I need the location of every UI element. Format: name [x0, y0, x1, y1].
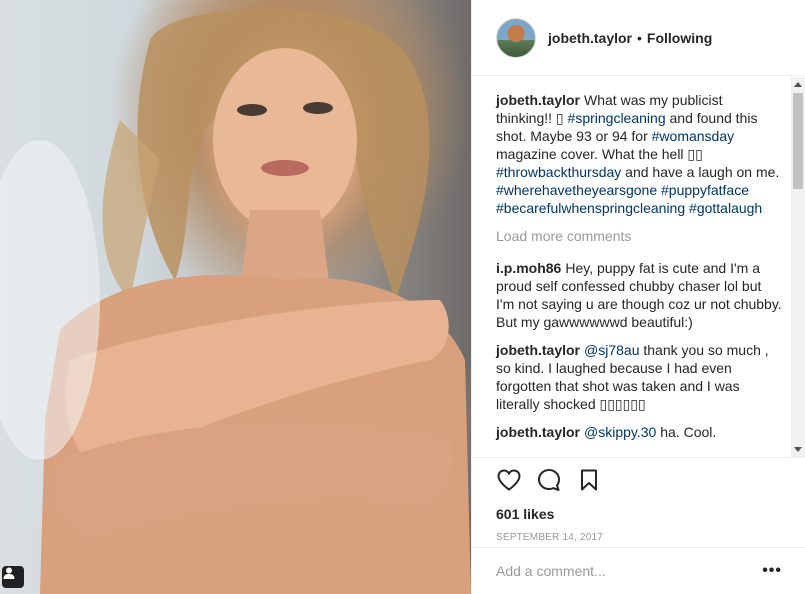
hashtag-link[interactable]: #becarefulwhenspringcleaning — [496, 200, 685, 216]
photo-illustration — [0, 8, 471, 594]
like-button[interactable] — [496, 467, 522, 493]
avatar[interactable] — [496, 17, 536, 58]
post-photo[interactable] — [0, 0, 471, 594]
likes-count[interactable]: 601 likes — [496, 506, 782, 522]
hashtag-link[interactable]: #wherehavetheyearsgone — [496, 182, 657, 198]
caption-username-link[interactable]: jobeth.taylor — [496, 92, 580, 108]
post-side-panel: jobeth.taylor • Following jobeth.taylor W… — [471, 0, 805, 594]
hashtag-link[interactable]: #womansday — [652, 128, 735, 144]
person-icon — [3, 567, 15, 579]
scroll-up-arrow-icon[interactable] — [791, 77, 805, 91]
hashtag-link[interactable]: #puppyfatface — [661, 182, 749, 198]
mention-link[interactable]: @skippy.30 — [584, 424, 656, 440]
comments-list[interactable]: jobeth.taylor What was my publicist think… — [472, 77, 805, 457]
mention-link[interactable]: @sj78au — [584, 342, 639, 358]
add-comment-bar: ••• — [472, 547, 805, 594]
load-more-comments-link[interactable]: Load more comments — [496, 227, 782, 245]
add-comment-input[interactable] — [496, 563, 763, 579]
scroll-down-arrow-icon[interactable] — [791, 443, 805, 457]
header-separator: • — [637, 29, 642, 46]
post-date: SEPTEMBER 14, 2017 — [496, 532, 603, 543]
caption-text: magazine cover. What the hell ▯▯ — [496, 146, 703, 162]
comment-username-link[interactable]: jobeth.taylor — [496, 342, 580, 358]
comment-icon — [538, 469, 560, 491]
comment-username-link[interactable]: jobeth.taylor — [496, 424, 580, 440]
comment-item: i.p.moh86 Hey, puppy fat is cute and I'm … — [496, 259, 782, 331]
header-username-link[interactable]: jobeth.taylor — [548, 30, 632, 46]
comment-item: jobeth.taylor @skippy.30 ha. Cool. — [496, 423, 782, 441]
heart-icon — [497, 469, 521, 491]
caption-text: and have a laugh on me. — [621, 164, 780, 180]
following-button[interactable]: Following — [647, 30, 712, 46]
comment-button[interactable] — [536, 467, 562, 493]
scrollbar-thumb[interactable] — [793, 93, 803, 189]
comment-text: ha. Cool. — [656, 424, 717, 440]
hashtag-link[interactable]: #throwbackthursday — [496, 164, 621, 180]
save-button[interactable] — [576, 467, 602, 493]
post-header: jobeth.taylor • Following — [472, 0, 805, 76]
bookmark-icon — [581, 469, 597, 491]
caption: jobeth.taylor What was my publicist think… — [496, 91, 782, 217]
hashtag-link[interactable]: #springcleaning — [568, 110, 666, 126]
comment-username-link[interactable]: i.p.moh86 — [496, 260, 561, 276]
comment-item: jobeth.taylor @sj78au thank you so much ,… — [496, 341, 782, 413]
more-options-button[interactable]: ••• — [762, 563, 782, 579]
comments-scrollbar[interactable] — [791, 77, 805, 457]
tagged-people-button[interactable] — [2, 566, 24, 588]
post-actions: 601 likes SEPTEMBER 14, 2017 — [472, 457, 805, 547]
hashtag-link[interactable]: #gottalaugh — [689, 200, 762, 216]
